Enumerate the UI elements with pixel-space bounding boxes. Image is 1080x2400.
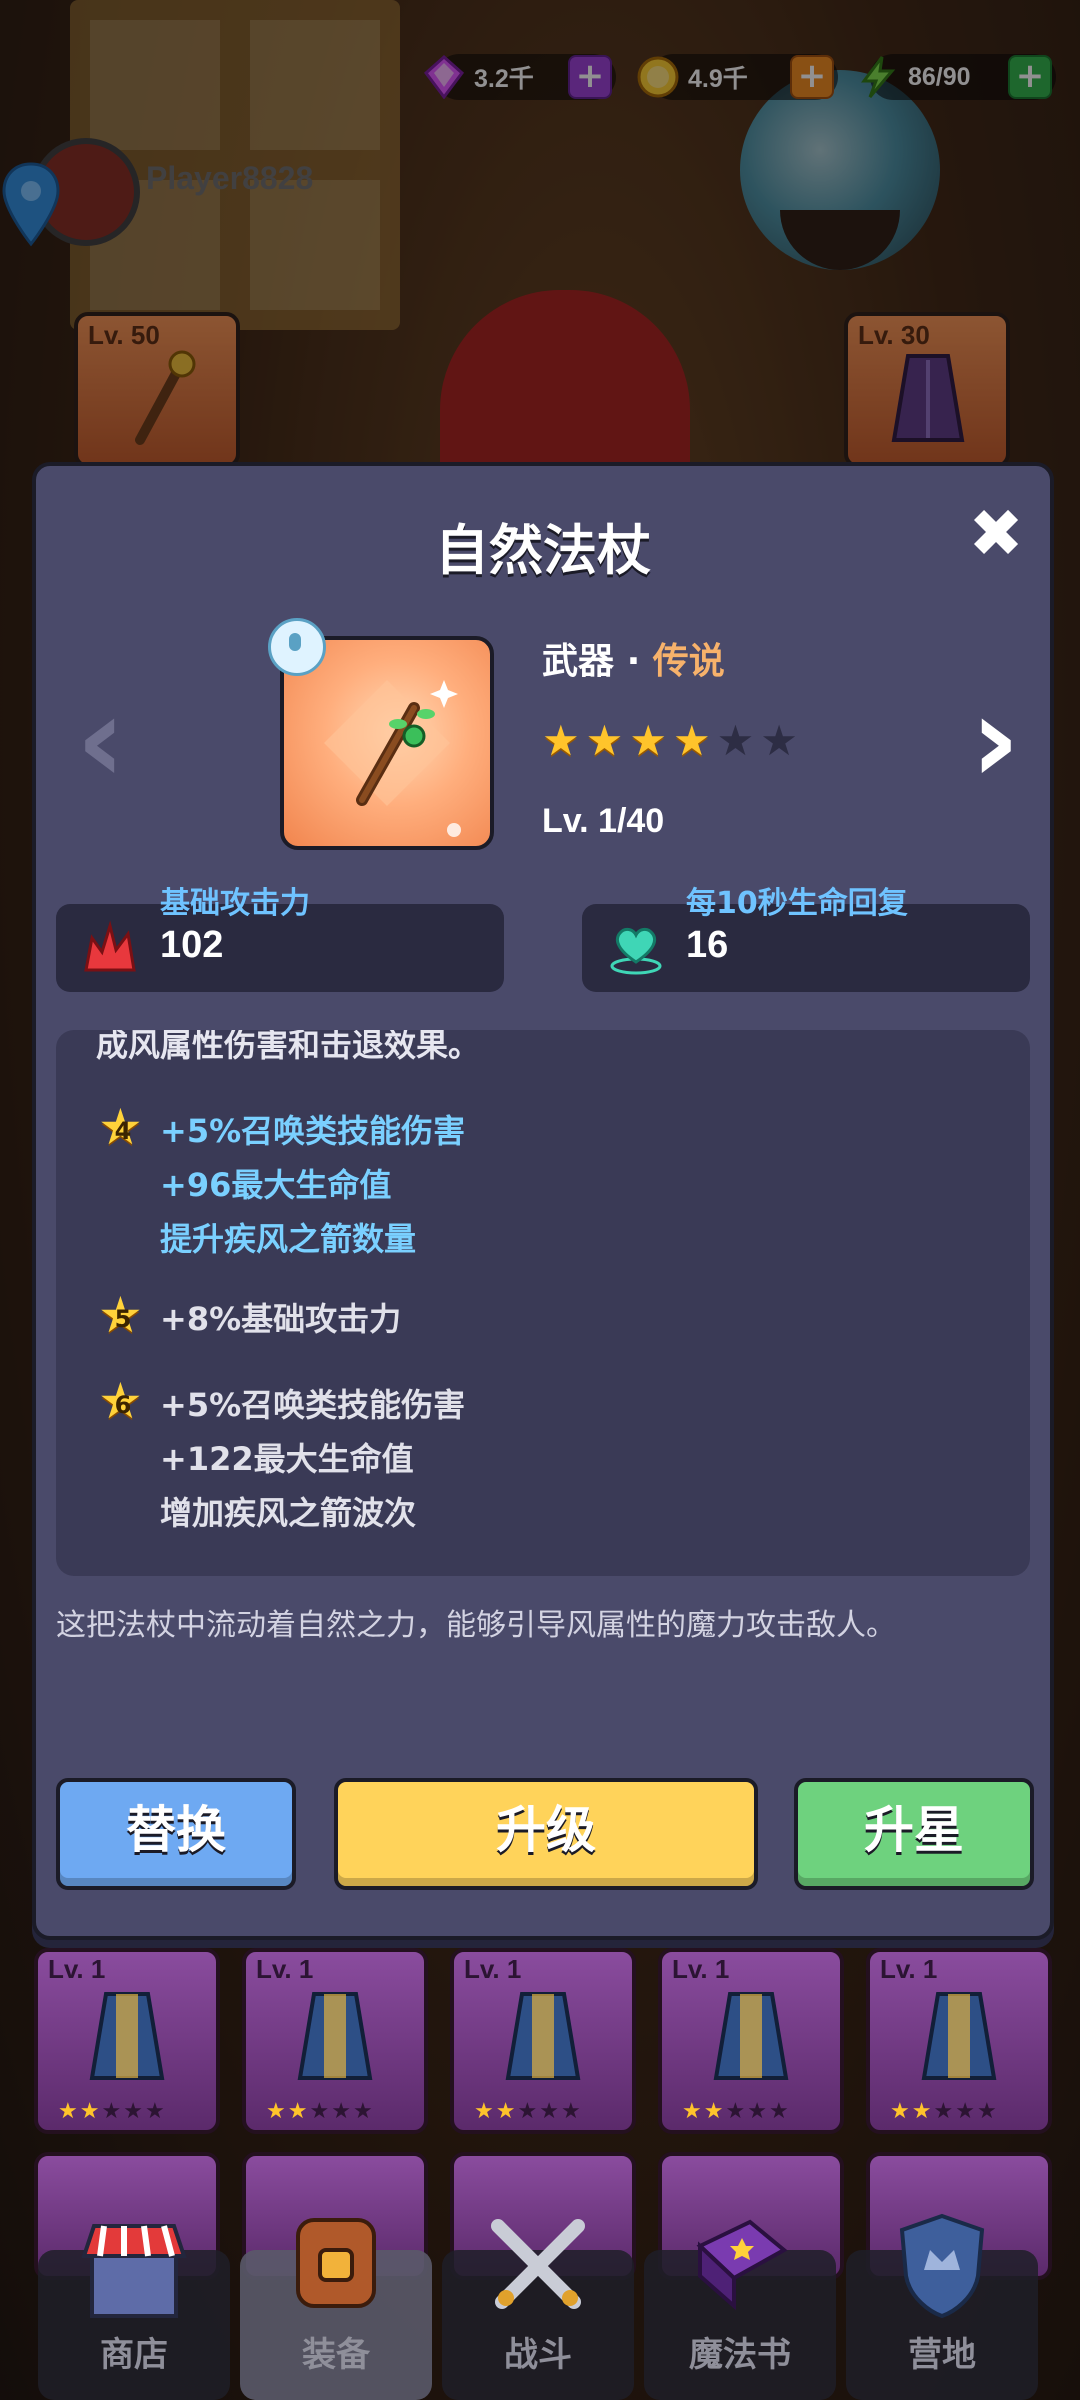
attack-claw-icon [84,920,136,972]
effect-lines: +5%召唤类技能伤害 +122最大生命值 增加疾风之箭波次 [160,1386,466,1532]
armor-item-icon [713,1992,789,2080]
lock-icon[interactable] [268,618,326,676]
nav-label: 装备 [302,2335,370,2375]
card-level: Lv. 1 [672,1954,730,1984]
star-rating: ★ ★ ★ ★ ★ ★ [542,720,798,762]
camp-shield-icon [899,2213,985,2319]
star-badge-icon: ★ 4 [98,1098,143,1156]
item-type: 武器 · 传说 [542,632,725,684]
card-level: Lv. 1 [880,1954,938,1984]
item-name: 自然法杖 [435,519,651,582]
effect-text-partial: 成风属性伤害和击退效果。 [96,1030,481,1064]
star-empty-icon: ★ [760,716,798,765]
nav-label: 战斗 [504,2335,572,2375]
nav-label: 营地 [908,2335,976,2375]
backpack-icon [296,2218,376,2308]
nature-staff-icon [324,680,461,837]
inventory-item-card[interactable]: Lv. 1 ★★★★★ [866,1948,1052,2134]
star-rating: ★★★★★ [890,2099,999,2124]
item-detail-modal: 自然法杖 ✖ ‹ › 武器 · 传说 ★ ★ ★ ★ ★ ★ Lv. 1/40 基础攻击力… [32,462,1054,1940]
card-level: Lv. 1 [256,1954,314,1984]
armor-item-icon [505,1992,581,2080]
card-level: Lv. 1 [48,1954,106,1984]
replace-button[interactable]: 替换 [56,1778,296,1890]
star-filled-icon: ★ [585,716,624,765]
inventory-item-card[interactable]: Lv. 1 ★★★★★ [242,1948,428,2134]
next-item-arrow-icon[interactable]: › [971,681,1020,801]
shop-icon [81,2224,187,2318]
effect-lines: +5%召唤类技能伤害 +96最大生命值 提升疾风之箭数量 [160,1112,466,1258]
item-level: Lv. 1/40 [542,802,665,840]
inventory-item-card[interactable]: Lv. 1 ★★★★★ [34,1948,220,2134]
inventory-item-card[interactable]: Lv. 1 ★★★★★ [658,1948,844,2134]
inventory-item-card[interactable]: Lv. 1 ★★★★★ [450,1948,636,2134]
stat-value: 16 [686,924,729,966]
star-up-button[interactable]: 升星 [794,1778,1034,1890]
nav-battle[interactable]: 战斗 [438,2206,638,2400]
nav-shop[interactable]: 商店 [34,2206,234,2400]
stat-label: 基础攻击力 [160,886,310,921]
star-filled-icon: ★ [542,716,580,765]
star-empty-icon: ★ [716,716,755,765]
nav-label: 魔法书 [689,2335,791,2375]
stat-value: 102 [160,924,224,966]
nav-camp[interactable]: 营地 [842,2206,1042,2400]
bottom-nav: 商店 装备 战斗 魔法书 营地 [0,2206,1080,2400]
star-rating: ★★★★★ [266,2099,375,2124]
star-filled-icon: ★ [672,716,711,765]
star-rating: ★★★★★ [58,2099,167,2124]
type-separator: · [626,641,641,682]
nav-label: 商店 [100,2335,168,2375]
star-rating: ★★★★★ [682,2099,791,2124]
heart-regen-icon [610,927,662,975]
armor-item-icon [89,1992,165,2080]
upgrade-button[interactable]: 升级 [334,1778,758,1890]
armor-item-icon [921,1992,997,2080]
item-description: 这把法杖中流动着自然之力，能够引导风属性的魔力攻击敌人。 [56,1608,896,1643]
stat-label: 每10秒生命回复 [686,886,908,921]
star-badge-icon: ★ 5 [98,1286,143,1344]
previous-item-arrow-icon[interactable]: ‹ [76,681,125,801]
star-rating: ★★★★★ [474,2099,583,2124]
nav-spellbook[interactable]: 魔法书 [640,2206,840,2400]
crossed-swords-icon [491,2219,585,2309]
spellbook-icon [696,2219,788,2311]
star-effects-panel[interactable]: 成风属性伤害和击退效果。 ★ 4 +5%召唤类技能伤害 +96最大生命值 提升疾风… [56,1030,1030,1576]
effect-lines: +8%基础攻击力 [160,1300,402,1338]
card-level: Lv. 1 [464,1954,522,1984]
star-filled-icon: ★ [629,716,667,765]
item-rarity: 传说 [652,641,725,682]
nav-equipment[interactable]: 装备 [236,2206,436,2400]
star-badge-icon: ★ 6 [98,1372,143,1430]
armor-item-icon [297,1992,373,2080]
item-category: 武器 [542,641,615,682]
stat-hp-regen: 每10秒生命回复 16 [582,886,1030,992]
close-icon[interactable]: ✖ [964,501,1028,568]
stat-base-attack: 基础攻击力 102 [56,886,504,992]
